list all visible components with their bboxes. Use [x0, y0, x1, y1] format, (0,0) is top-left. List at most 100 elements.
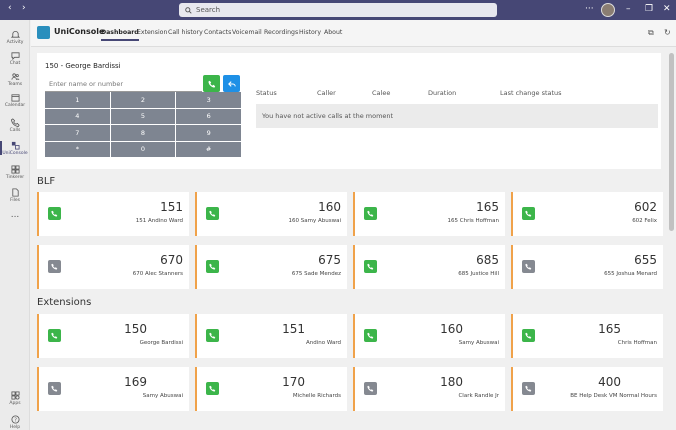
blf-tile[interactable]: 160 160 Samy Abuswai [195, 192, 347, 236]
minimize-button[interactable]: – [626, 4, 631, 14]
key-9[interactable]: 9 [176, 125, 241, 141]
rail-item-calendar[interactable]: Calendar [0, 93, 30, 108]
rail-item-teams[interactable]: Teams [0, 72, 30, 87]
rail-label: Apps [9, 401, 21, 406]
vertical-scrollbar[interactable] [668, 47, 676, 430]
phone-icon[interactable] [206, 329, 219, 342]
key-hash[interactable]: # [176, 141, 241, 157]
tab-recordings[interactable]: Recordings [264, 29, 298, 36]
extension-tile[interactable]: 160 Samy Abuswai [353, 314, 505, 358]
forward-icon[interactable]: › [22, 3, 26, 13]
rail-item-help[interactable]: ? Help [0, 415, 30, 430]
phone-icon[interactable] [364, 260, 377, 273]
rail-item-apps[interactable]: Apps [0, 391, 30, 406]
maximize-button[interactable]: ❐ [645, 4, 653, 14]
key-0[interactable]: 0 [110, 141, 176, 157]
blf-tile[interactable]: 602 602 Felix [511, 192, 663, 236]
blf-tile[interactable]: 655 655 Joshua Menard [511, 245, 663, 289]
key-3[interactable]: 3 [176, 92, 241, 108]
phone-icon[interactable] [48, 382, 61, 395]
rail-item-chat[interactable]: Chat [0, 51, 30, 66]
rail-item-tinkerer[interactable]: Tinkerer [0, 165, 30, 180]
search-input[interactable]: Search [179, 3, 497, 17]
uniconsole-logo [37, 26, 50, 39]
blf-number: 675 [318, 253, 341, 267]
blf-tile[interactable]: 685 685 Justice Hill [353, 245, 505, 289]
phone-icon[interactable] [522, 382, 535, 395]
tab-call-history[interactable]: Call history [168, 29, 203, 36]
avatar[interactable] [601, 3, 615, 17]
extension-tile[interactable]: 150 George Bardissi [37, 314, 189, 358]
popout-icon[interactable]: ⧉ [648, 28, 654, 38]
phone-icon[interactable] [48, 207, 61, 220]
phone-icon[interactable] [206, 260, 219, 273]
phone-icon[interactable] [522, 260, 535, 273]
key-1[interactable]: 1 [45, 92, 110, 108]
phone-icon[interactable] [364, 329, 377, 342]
refresh-icon[interactable]: ↻ [664, 28, 671, 37]
blf-tile[interactable]: 670 670 Alec Stanners [37, 245, 189, 289]
more-apps-icon[interactable]: ... [0, 210, 30, 220]
rail-item-files[interactable]: Files [0, 188, 30, 203]
blf-name: 675 Sade Mendez [291, 271, 341, 277]
key-5[interactable]: 5 [110, 108, 176, 124]
tab-dashboard[interactable]: Dashboard [101, 29, 139, 41]
tab-history[interactable]: History [299, 29, 321, 36]
extension-name: Andino Ward [306, 340, 341, 346]
phone-icon [10, 118, 20, 127]
extension-tile[interactable]: 180 Clark Randle Jr [353, 367, 505, 411]
blf-tile[interactable]: 165 165 Chris Hoffman [353, 192, 505, 236]
app-header: UniConsole Dashboard Extension Call hist… [31, 20, 676, 47]
phone-icon[interactable] [364, 207, 377, 220]
phone-icon[interactable] [364, 382, 377, 395]
rail-item-activity[interactable]: Activity [0, 30, 30, 45]
scrollbar-thumb[interactable] [669, 53, 674, 231]
uniconsole-icon [11, 141, 20, 150]
close-button[interactable]: ✕ [663, 4, 671, 14]
tab-voicemail[interactable]: Voicemail [232, 29, 262, 36]
blf-tile[interactable]: 151 151 Andino Ward [37, 192, 189, 236]
transfer-button[interactable] [223, 75, 240, 92]
calendar-icon [10, 94, 20, 102]
key-star[interactable]: * [45, 141, 110, 157]
col-calee: Calee [372, 89, 391, 97]
rail-item-calls[interactable]: Calls [0, 118, 30, 133]
blf-tile[interactable]: 675 675 Sade Mendez [195, 245, 347, 289]
rail-item-uniconsole[interactable]: UniConsole [0, 141, 30, 156]
call-button[interactable] [203, 75, 220, 92]
apps-icon [10, 391, 20, 400]
phone-icon[interactable] [206, 207, 219, 220]
extension-number: 180 [440, 375, 463, 389]
extension-number: 165 [598, 322, 621, 336]
tab-extension[interactable]: Extension [137, 29, 167, 36]
blf-name: 160 Samy Abuswai [288, 218, 341, 224]
blf-name: 165 Chris Hoffman [447, 218, 499, 224]
key-8[interactable]: 8 [110, 125, 176, 141]
back-icon[interactable]: ‹ [8, 3, 12, 13]
key-2[interactable]: 2 [110, 92, 176, 108]
rail-label: Files [10, 198, 20, 203]
key-6[interactable]: 6 [176, 108, 241, 124]
tab-about[interactable]: About [324, 29, 342, 36]
files-icon [11, 188, 19, 197]
blf-section-title: BLF [37, 176, 56, 187]
phone-icon[interactable] [48, 260, 61, 273]
extension-tile[interactable]: 151 Andino Ward [195, 314, 347, 358]
phone-icon[interactable] [522, 329, 535, 342]
phone-icon[interactable] [48, 329, 61, 342]
extension-tile[interactable]: 169 Samy Abuswai [37, 367, 189, 411]
extension-name: Samy Abuswai [142, 393, 183, 399]
col-duration: Duration [428, 89, 457, 97]
extension-tile[interactable]: 165 Chris Hoffman [511, 314, 663, 358]
number-input[interactable]: Enter name or number [45, 76, 202, 92]
extension-tile[interactable]: 170 Michelle Richards [195, 367, 347, 411]
key-4[interactable]: 4 [45, 108, 110, 124]
tab-contacts[interactable]: Contacts [204, 29, 231, 36]
blf-number: 655 [634, 253, 657, 267]
phone-icon[interactable] [522, 207, 535, 220]
extension-tile[interactable]: 400 BE Help Desk VM Normal Hours [511, 367, 663, 411]
more-options-icon[interactable]: ··· [585, 4, 594, 14]
extension-number: 169 [124, 375, 147, 389]
key-7[interactable]: 7 [45, 125, 110, 141]
phone-icon[interactable] [206, 382, 219, 395]
